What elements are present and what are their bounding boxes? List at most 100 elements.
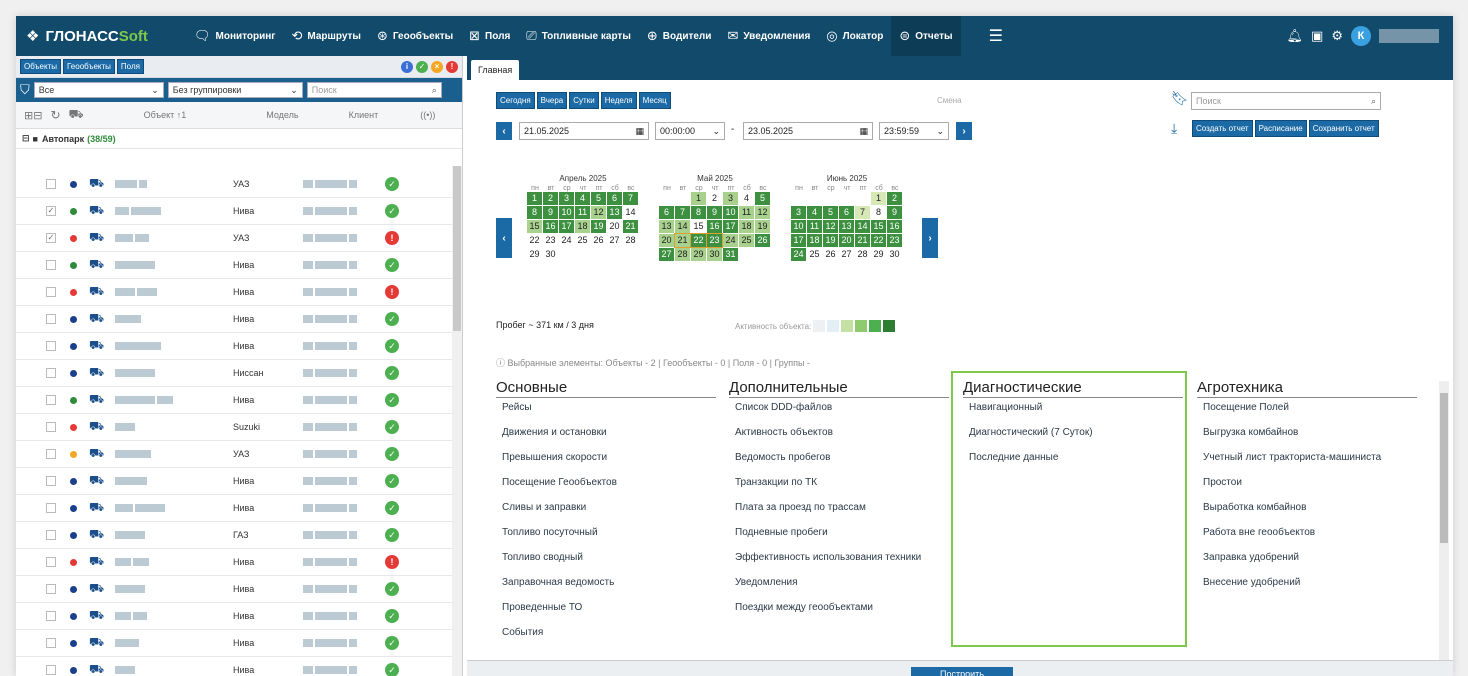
- vehicle-row[interactable]: ⛟ Нива ✓: [16, 495, 453, 522]
- calendar-day[interactable]: 24: [791, 248, 806, 261]
- vehicle-row[interactable]: ⛟ Нива ✓: [16, 333, 453, 360]
- calendar-day[interactable]: 6: [659, 206, 674, 219]
- report-link[interactable]: Заправочная ведомость: [502, 577, 702, 588]
- row-checkbox[interactable]: [46, 530, 56, 540]
- calendar-day[interactable]: 12: [755, 206, 770, 219]
- row-checkbox[interactable]: [46, 476, 56, 486]
- period-button-2[interactable]: Сутки: [569, 92, 599, 109]
- calendar-day[interactable]: 6: [839, 206, 854, 219]
- window-icon[interactable]: ▣: [1311, 28, 1323, 44]
- report-link[interactable]: Посещение Полей: [1203, 402, 1403, 413]
- calendar-day[interactable]: 25: [807, 248, 822, 261]
- calendar-day[interactable]: 10: [791, 220, 806, 233]
- calendar-day[interactable]: 4: [575, 192, 590, 205]
- report-link[interactable]: Превышения скорости: [502, 452, 702, 463]
- hamburger-menu-icon[interactable]: ☰: [979, 26, 1013, 46]
- period-button-1[interactable]: Вчера: [536, 92, 568, 109]
- tab-geoobjects[interactable]: Геообъекты: [63, 59, 115, 74]
- calendar-day[interactable]: 22: [527, 234, 542, 247]
- nav-item-2[interactable]: ⊛ Геообъекты: [369, 16, 461, 56]
- refresh-icon[interactable]: ↻: [50, 108, 60, 122]
- calendar-day[interactable]: 22: [690, 233, 707, 248]
- column-model[interactable]: Модель: [266, 110, 298, 120]
- calendar-day[interactable]: 10: [723, 206, 738, 219]
- report-link[interactable]: Плата за проезд по трассам: [735, 502, 935, 513]
- calendar-day[interactable]: 20: [659, 234, 674, 247]
- calendar-day[interactable]: 13: [839, 220, 854, 233]
- calendar-day[interactable]: 3: [791, 206, 806, 219]
- vehicle-row[interactable]: ⛟ Нива ✓: [16, 657, 453, 676]
- vehicle-row[interactable]: ⛟ Suzuki ✓: [16, 414, 453, 441]
- calendar-day[interactable]: 27: [839, 248, 854, 261]
- time-to-input[interactable]: 23:59:59 ⌄: [879, 122, 949, 140]
- report-link[interactable]: Подневные пробеги: [735, 527, 935, 538]
- row-checkbox[interactable]: ✓: [46, 206, 56, 216]
- vehicle-row[interactable]: ⛟ УАЗ ✓: [16, 441, 453, 468]
- reports-scrollbar[interactable]: [1439, 381, 1449, 663]
- vehicle-row[interactable]: ⛟ Нива ✓: [16, 387, 453, 414]
- info-icon[interactable]: i: [401, 60, 413, 73]
- calendar-day[interactable]: 2: [707, 192, 722, 205]
- report-link[interactable]: Диагностический (7 Суток): [969, 427, 1169, 438]
- row-checkbox[interactable]: [46, 314, 56, 324]
- calendar-day[interactable]: 9: [887, 206, 902, 219]
- build-button[interactable]: Построить: [911, 667, 1013, 676]
- vehicle-icon[interactable]: ⛟: [69, 107, 84, 123]
- vehicle-row[interactable]: ⛟ ГАЗ ✓: [16, 522, 453, 549]
- row-checkbox[interactable]: ✓: [46, 233, 56, 243]
- calendar-day[interactable]: 31: [723, 248, 738, 261]
- calendar-day[interactable]: 21: [623, 220, 638, 233]
- row-checkbox[interactable]: [46, 179, 56, 189]
- calendar-next-button[interactable]: ›: [922, 218, 938, 258]
- tab-fields[interactable]: Поля: [116, 59, 144, 74]
- calendar-day[interactable]: 21: [674, 233, 691, 248]
- calendar-day[interactable]: 8: [691, 206, 706, 219]
- error-filter-icon[interactable]: !: [446, 60, 458, 73]
- calendar-day[interactable]: 28: [623, 234, 638, 247]
- calendar-day[interactable]: 18: [807, 234, 822, 247]
- calendar-day[interactable]: 11: [575, 206, 590, 219]
- calendar-day[interactable]: 27: [607, 234, 622, 247]
- calendar-day[interactable]: 17: [723, 220, 738, 233]
- shift-label[interactable]: Смена: [937, 96, 962, 105]
- gear-icon[interactable]: ⚙: [1331, 28, 1343, 44]
- vehicle-row[interactable]: ⛟ Нива ✓: [16, 576, 453, 603]
- vehicle-row[interactable]: ⛟ Нива ✓: [16, 603, 453, 630]
- download-icon[interactable]: ⤓: [1171, 120, 1177, 137]
- report-link[interactable]: Работа вне геообъектов: [1203, 527, 1403, 538]
- calendar-day[interactable]: 25: [739, 234, 754, 247]
- vehicle-row[interactable]: ⛟ Нива ✓: [16, 630, 453, 657]
- report-link[interactable]: Последние данные: [969, 452, 1169, 463]
- logo[interactable]: ❖ ГЛОНАССSoft: [16, 27, 186, 46]
- calendar-day[interactable]: 16: [887, 220, 902, 233]
- calendar-day[interactable]: 25: [575, 234, 590, 247]
- action-button-1[interactable]: Расписание: [1254, 120, 1307, 137]
- vehicle-row[interactable]: ⛟ Нива!: [16, 279, 453, 306]
- calendar-day[interactable]: 28: [855, 248, 870, 261]
- report-link[interactable]: Учетный лист тракториста-машиниста: [1203, 452, 1403, 463]
- calendar-day[interactable]: 15: [871, 220, 886, 233]
- action-button-0[interactable]: Создать отчет: [1192, 120, 1253, 137]
- row-checkbox[interactable]: [46, 584, 56, 594]
- row-checkbox[interactable]: [46, 557, 56, 567]
- calendar-day[interactable]: 23: [887, 234, 902, 247]
- report-link[interactable]: Движения и остановки: [502, 427, 702, 438]
- report-link[interactable]: Рейсы: [502, 402, 702, 413]
- calendar-day[interactable]: 18: [739, 220, 754, 233]
- calendar-day[interactable]: 9: [543, 206, 558, 219]
- calendar-day[interactable]: 20: [839, 234, 854, 247]
- objects-search-input[interactable]: Поиск ⌕: [306, 82, 442, 98]
- calendar-day[interactable]: 11: [807, 220, 822, 233]
- vehicle-row[interactable]: ⛟ Нива ✓: [16, 306, 453, 333]
- row-checkbox[interactable]: [46, 422, 56, 432]
- time-from-input[interactable]: 00:00:00 ⌄: [655, 122, 725, 140]
- report-link[interactable]: Навигационный: [969, 402, 1169, 413]
- next-period-button[interactable]: ›: [956, 122, 972, 140]
- report-link[interactable]: Выработка комбайнов: [1203, 502, 1403, 513]
- report-link[interactable]: Проведенные ТО: [502, 602, 702, 613]
- report-link[interactable]: Выгрузка комбайнов: [1203, 427, 1403, 438]
- report-link[interactable]: События: [502, 627, 702, 638]
- report-link[interactable]: Заправка удобрений: [1203, 552, 1403, 563]
- nav-item-1[interactable]: ⟲ Маршруты: [283, 16, 368, 56]
- calendar-day[interactable]: 29: [871, 248, 886, 261]
